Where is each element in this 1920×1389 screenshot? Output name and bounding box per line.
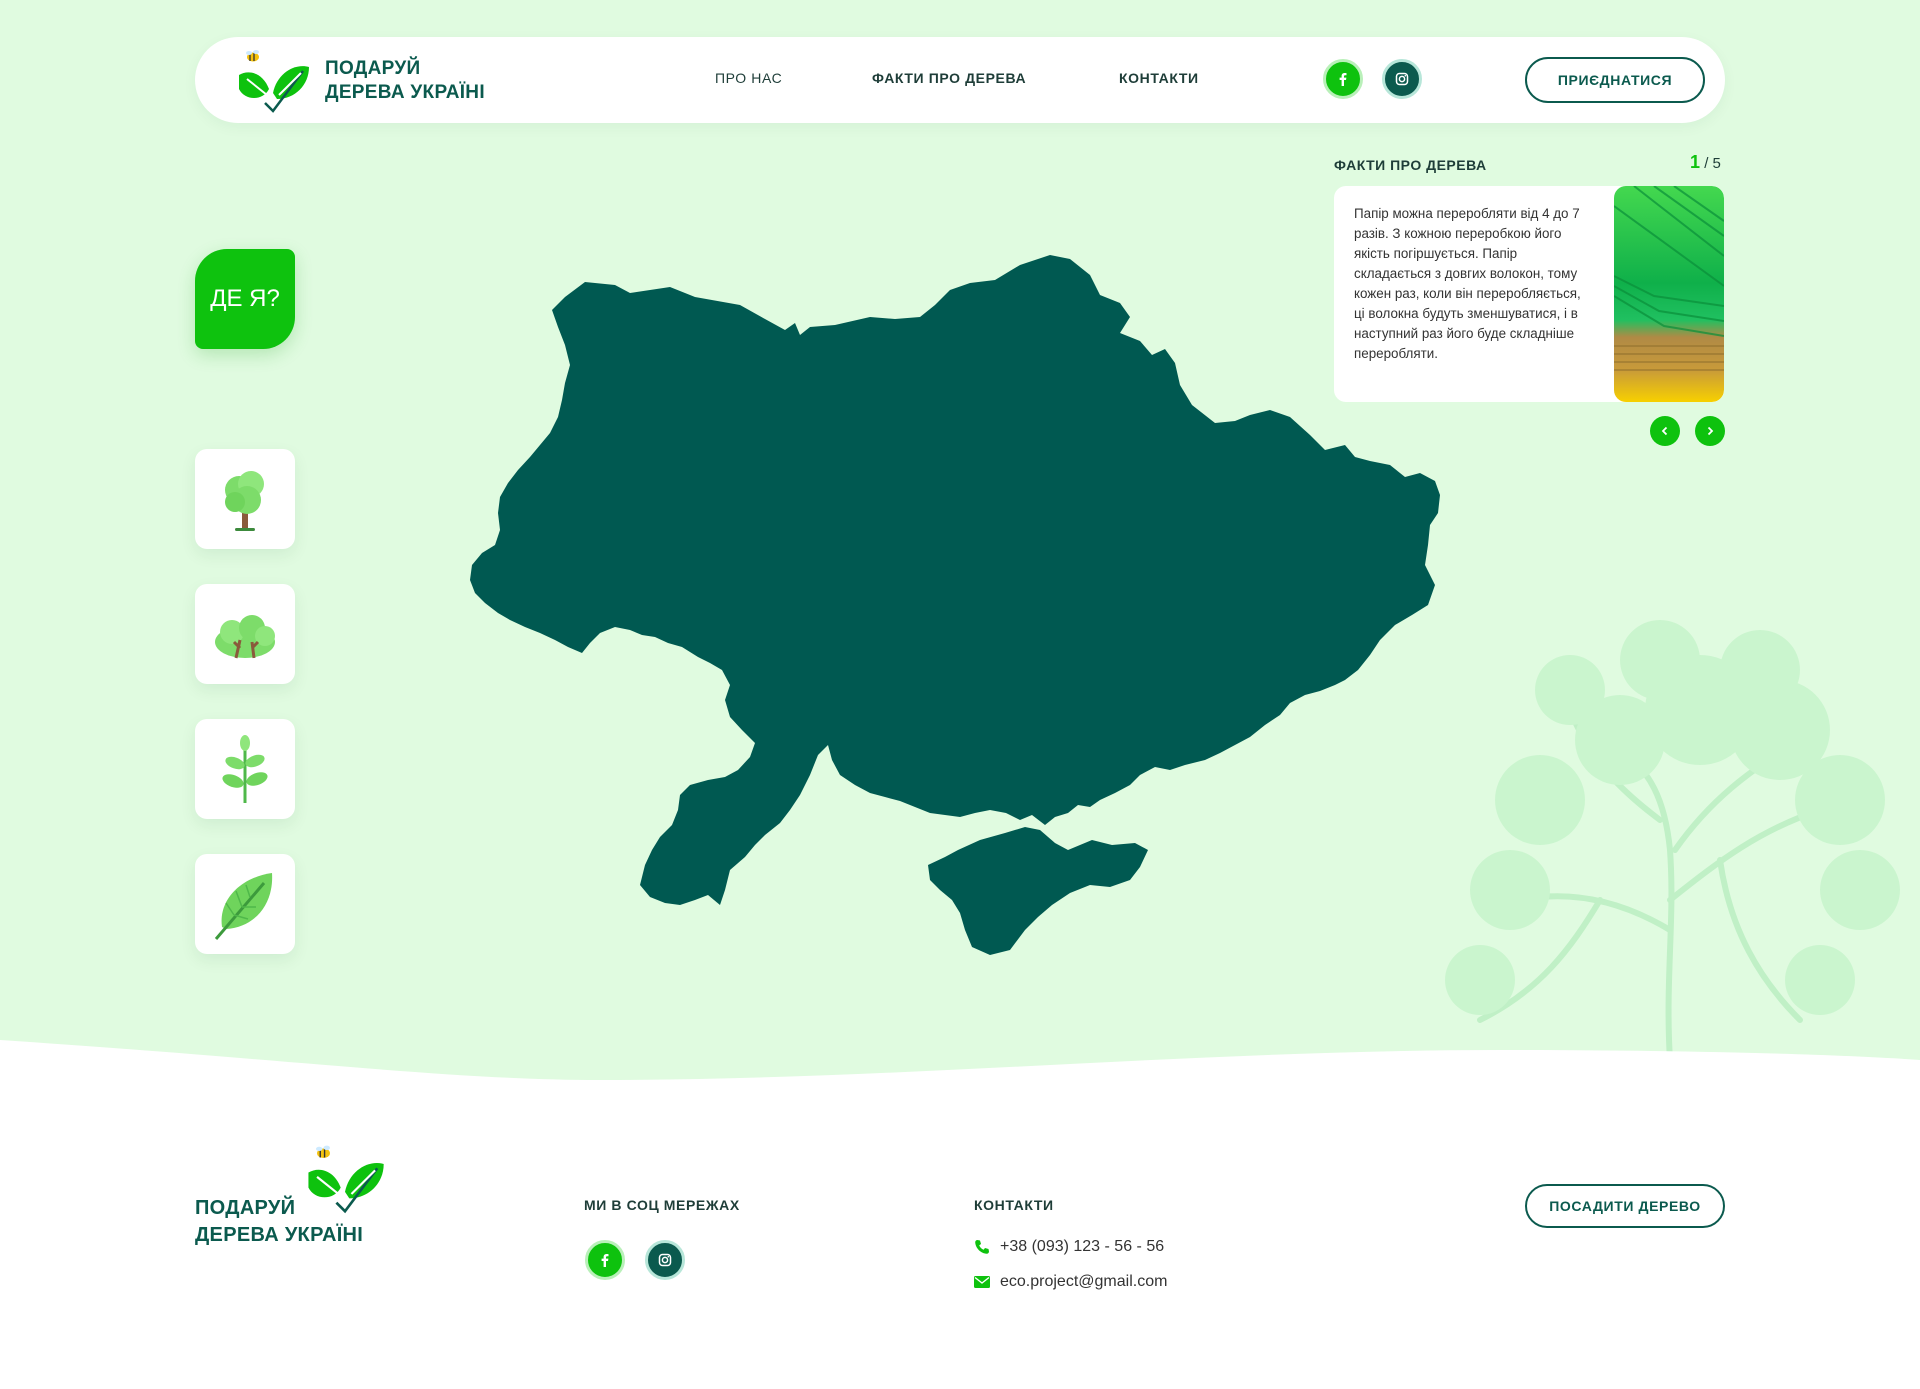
sprout-icon (222, 735, 268, 803)
where-am-i-button[interactable]: ДЕ Я? (195, 249, 295, 349)
footer-brand-line-2: ДЕРЕВА УКРАЇНІ (195, 1224, 364, 1246)
footer-phone[interactable]: +38 (093) 123 - 56 - 56 (974, 1238, 1164, 1256)
footer-email-text: eco.project@gmail.com (1000, 1273, 1168, 1290)
bush-icon (215, 615, 275, 659)
chevron-right-icon (1707, 426, 1714, 436)
fact-card: Папір можна переробляти від 4 до 7 разів… (1334, 186, 1724, 402)
hero-wave-divider (0, 1040, 1920, 1100)
facts-next-button[interactable] (1695, 416, 1725, 446)
tree-filter-button[interactable] (195, 449, 295, 549)
nav-contacts[interactable]: КОНТАКТИ (1119, 70, 1199, 86)
leaf-icon (214, 873, 273, 940)
top-header: ПОДАРУЙ ДЕРЕВА УКРАЇНІ ПРО НАС ФАКТИ ПРО… (195, 37, 1725, 123)
fact-text: Папір можна переробляти від 4 до 7 разів… (1354, 206, 1581, 361)
decorative-tree-illustration (1445, 620, 1900, 1060)
facts-title: ФАКТИ ПРО ДЕРЕВА (1334, 157, 1487, 173)
footer-email[interactable]: eco.project@gmail.com (974, 1273, 1167, 1291)
fact-image-recycled-paper (1614, 186, 1724, 402)
phone-icon (975, 1240, 989, 1254)
email-icon (974, 1276, 990, 1288)
footer-facebook-button[interactable] (585, 1240, 625, 1280)
tree-icon (225, 471, 264, 531)
facts-prev-button[interactable] (1650, 416, 1680, 446)
footer-brand-name[interactable]: ПОДАРУЙ ДЕРЕВА УКРАЇНІ (195, 1195, 363, 1249)
join-button[interactable]: ПРИЄДНАТИСЯ (1525, 57, 1705, 103)
nav-tree-facts[interactable]: ФАКТИ ПРО ДЕРЕВА (872, 70, 1026, 86)
instagram-button[interactable] (1382, 59, 1422, 99)
footer-contacts-title: КОНТАКТИ (974, 1197, 1054, 1213)
footer-social-title: МИ В СОЦ МЕРЕЖАХ (584, 1197, 740, 1213)
ukraine-map[interactable] (440, 245, 1480, 960)
chevron-left-icon (1661, 426, 1668, 436)
facts-total: / 5 (1704, 155, 1721, 172)
footer-instagram-button[interactable] (645, 1240, 685, 1280)
facebook-button[interactable] (1323, 59, 1363, 99)
leaf-filter-button[interactable] (195, 854, 295, 954)
brand-name[interactable]: ПОДАРУЙ ДЕРЕВА УКРАЇНІ (325, 57, 485, 105)
facebook-icon (601, 1254, 609, 1267)
plant-tree-button[interactable]: ПОСАДИТИ ДЕРЕВО (1525, 1184, 1725, 1228)
sprout-filter-button[interactable] (195, 719, 295, 819)
instagram-icon (1395, 72, 1409, 86)
brand-line-1: ПОДАРУЙ (325, 58, 421, 79)
facts-current-index: 1 (1690, 152, 1701, 172)
facts-counter: 1 / 5 (1690, 152, 1721, 173)
nav-about[interactable]: ПРО НАС (715, 70, 782, 86)
footer-brand-line-1: ПОДАРУЙ (195, 1197, 296, 1219)
logo-icon[interactable] (233, 49, 313, 113)
bush-filter-button[interactable] (195, 584, 295, 684)
instagram-icon (658, 1253, 672, 1267)
brand-line-2: ДЕРЕВА УКРАЇНІ (325, 82, 485, 103)
footer-phone-text: +38 (093) 123 - 56 - 56 (1000, 1238, 1165, 1255)
facebook-icon (1339, 73, 1347, 86)
